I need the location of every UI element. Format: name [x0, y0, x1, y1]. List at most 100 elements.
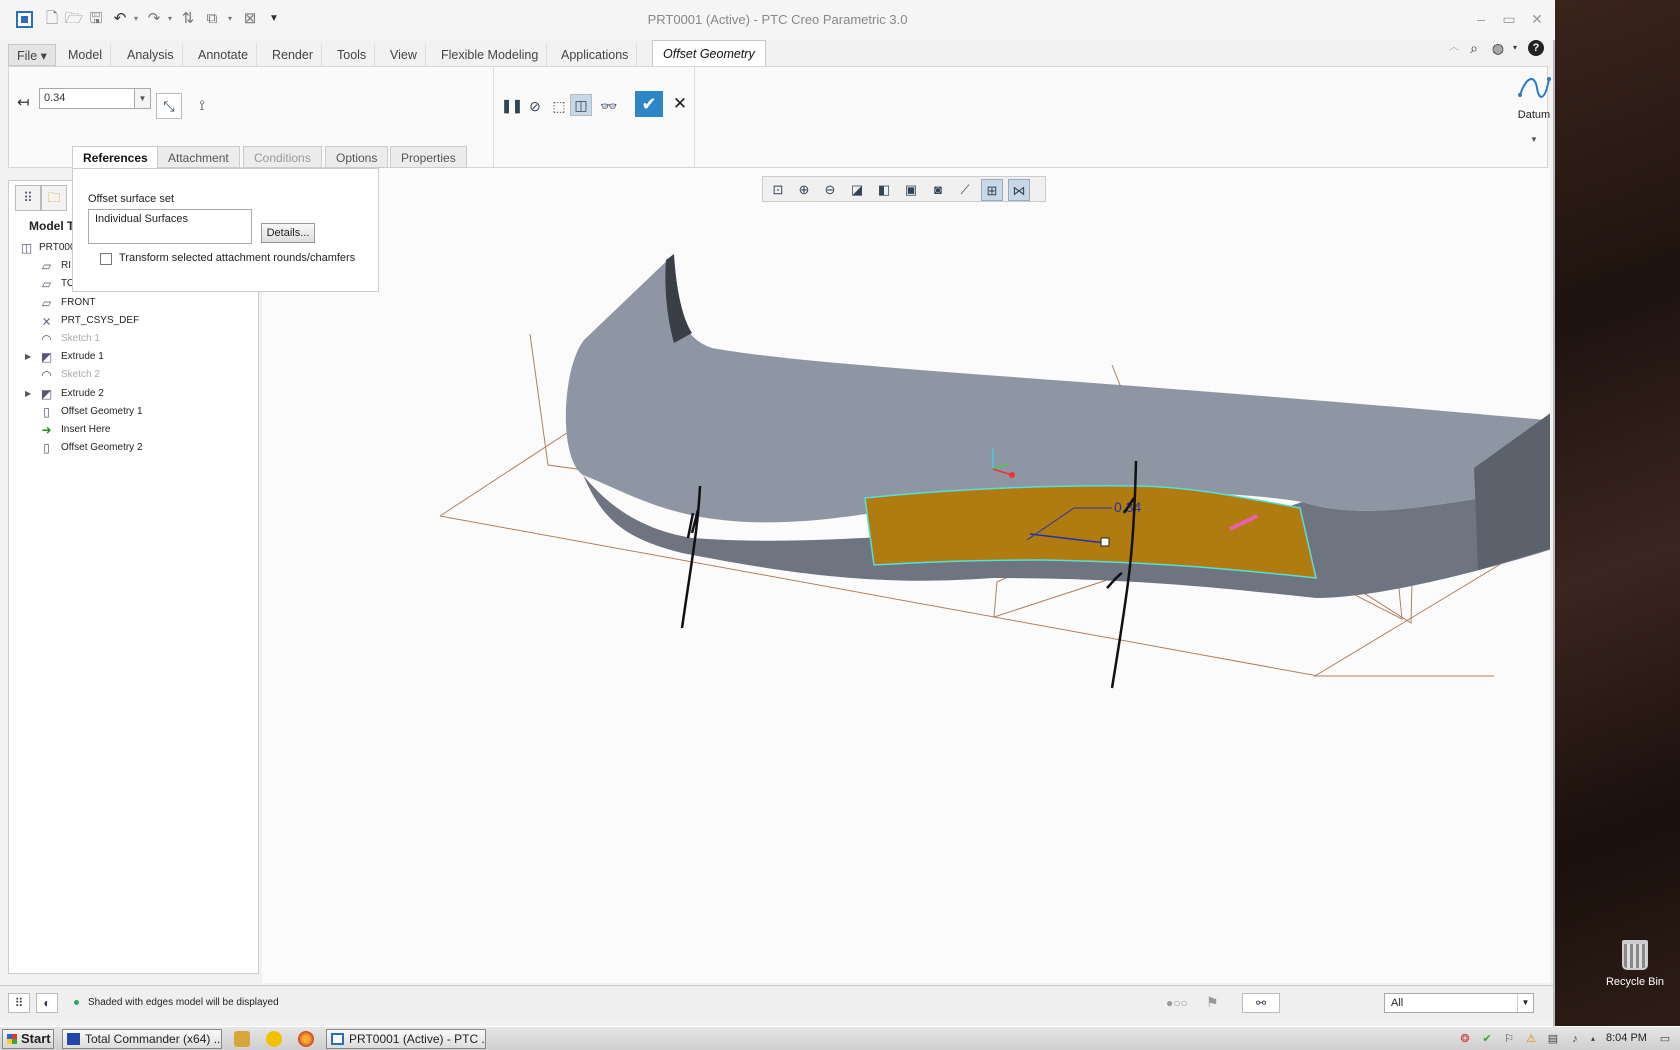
attached-preview-icon[interactable]: ◫	[570, 94, 592, 116]
taskbar-item-total-commander[interactable]: Total Commander (x64) ...	[62, 1029, 222, 1049]
tab-applications[interactable]: Applications	[553, 44, 638, 66]
ribbon-separator	[493, 67, 494, 167]
search-icon[interactable]: ⌕	[1466, 40, 1482, 56]
window-title: PRT0001 (Active) - PTC Creo Parametric 3…	[647, 12, 908, 27]
recycle-bin[interactable]: Recycle Bin	[1600, 940, 1670, 988]
filter-dropdown-icon[interactable]: ▼	[1517, 994, 1533, 1012]
subtab-conditions[interactable]: Conditions	[243, 146, 322, 168]
refit-icon[interactable]: ⊡	[767, 179, 789, 201]
datum-label: Datum	[1517, 109, 1551, 121]
datum-plane-icon: ▱	[41, 277, 52, 292]
ok-checkmark-button[interactable]: ✔	[635, 91, 663, 117]
quick-launch-icon[interactable]	[234, 1031, 250, 1047]
start-button[interactable]: Start	[2, 1029, 54, 1049]
tray-network-icon[interactable]: ▤	[1546, 1032, 1560, 1046]
tab-offset-geometry[interactable]: Offset Geometry	[652, 40, 766, 67]
tab-annotate[interactable]: Annotate	[190, 44, 258, 66]
subtab-options[interactable]: Options	[325, 146, 389, 168]
offset-value-input[interactable]: 0.34	[39, 88, 135, 109]
zoom-in-icon[interactable]: ⊕	[793, 179, 815, 201]
taskbar-clock[interactable]: 8:04 PM	[1606, 1032, 1647, 1044]
community-icon[interactable]: ◍	[1490, 40, 1506, 56]
tray-flag-icon[interactable]: ⚐	[1502, 1032, 1516, 1046]
tree-item[interactable]: ▶ ◩ Extrude 2	[9, 385, 258, 403]
tree-item-label: Offset Geometry 2	[61, 442, 143, 454]
view-manager-icon[interactable]: ◙	[927, 179, 949, 201]
tray-warning-icon[interactable]: ⚠	[1524, 1032, 1538, 1046]
offset-value-dropdown[interactable]: ▼	[135, 88, 151, 109]
taskbar-item-label: PRT0001 (Active) - PTC ...	[349, 1032, 486, 1046]
tray-sync-icon[interactable]: ❂	[1458, 1032, 1472, 1046]
cancel-x-button[interactable]: ✕	[669, 92, 691, 116]
tray-check-icon[interactable]: ✔	[1480, 1032, 1494, 1046]
minimize-icon[interactable]: –	[1472, 10, 1490, 28]
datum-dropdown-icon[interactable]: ▼	[1504, 135, 1564, 144]
display-style-icon[interactable]: ◧	[873, 179, 895, 201]
tree-item-label: Sketch 1	[61, 333, 100, 344]
tray-expand-icon[interactable]: ▴	[1586, 1032, 1600, 1046]
taskbar-item-creo[interactable]: PRT0001 (Active) - PTC ...	[326, 1029, 486, 1049]
datum-display-icon[interactable]: ⟋	[954, 179, 976, 201]
folder-browser-icon[interactable]: 🗀	[41, 185, 67, 211]
tab-view[interactable]: View	[382, 44, 426, 66]
graphics-area[interactable]: 0.34	[262, 168, 1554, 983]
tab-file[interactable]: File ▾	[8, 44, 56, 66]
flip-direction-icon[interactable]: ⤡	[156, 93, 182, 119]
zoom-out-icon[interactable]: ⊖	[819, 179, 841, 201]
tab-analysis[interactable]: Analysis	[119, 44, 183, 66]
browser-icon[interactable]: ◐	[36, 993, 58, 1013]
minimize-ribbon-icon[interactable]: ︿	[1446, 40, 1462, 56]
close-icon[interactable]: ✕	[1528, 10, 1546, 28]
annotation-display-icon[interactable]: ⋈	[1008, 179, 1030, 201]
expand-chevron-icon[interactable]: ▶	[25, 385, 31, 403]
tree-item[interactable]: ▯ Offset Geometry 1	[9, 403, 258, 421]
recycle-bin-icon[interactable]	[1622, 940, 1648, 970]
saved-orientations-icon[interactable]: ▣	[900, 179, 922, 201]
show-navigator-icon[interactable]: ⠿	[8, 993, 30, 1013]
part-top-face[interactable]	[565, 254, 1552, 523]
tab-flexible-modeling[interactable]: Flexible Modeling	[433, 44, 548, 66]
tree-item[interactable]: ⨯ PRT_CSYS_DEF	[9, 312, 258, 330]
preview-geometry-icon[interactable]: ⬚	[546, 94, 572, 120]
find-binoculars-icon[interactable]: ⚯	[1242, 993, 1280, 1013]
transform-rounds-checkbox[interactable]	[100, 253, 112, 265]
show-desktop-icon[interactable]: ▭	[1658, 1032, 1672, 1046]
subtab-properties[interactable]: Properties	[390, 146, 467, 168]
subtab-references[interactable]: References	[72, 146, 159, 168]
tree-item[interactable]: ▶ ◩ Extrude 1	[9, 348, 258, 366]
spin-center-icon[interactable]: ⊞	[981, 179, 1003, 201]
tree-item-label: Extrude 1	[61, 351, 104, 363]
status-message: Shaded with edges model will be displaye…	[88, 997, 279, 1008]
repaint-icon[interactable]: ◪	[846, 179, 868, 201]
tree-item-label: PRT_CSYS_DEF	[61, 314, 140, 326]
subtab-attachment[interactable]: Attachment	[157, 146, 240, 168]
tree-item[interactable]: ➜ Insert Here	[9, 421, 258, 439]
selection-filter-select[interactable]: All ▼	[1384, 993, 1534, 1013]
tab-render[interactable]: Render	[264, 44, 322, 66]
tab-tools[interactable]: Tools	[329, 44, 376, 66]
tree-item[interactable]: ▱ FRONT	[9, 294, 258, 312]
tree-item[interactable]: ◠ Sketch 1	[9, 330, 258, 348]
verify-glasses-icon[interactable]: 👓	[596, 94, 622, 120]
maximize-icon[interactable]: ▭	[1500, 10, 1518, 28]
selection-filter-value: All	[1391, 997, 1404, 1009]
firefox-icon[interactable]	[298, 1031, 314, 1047]
help-icon[interactable]: ?	[1528, 40, 1544, 56]
datum-group[interactable]: Datum ▼	[1504, 73, 1564, 144]
media-player-icon[interactable]	[266, 1031, 282, 1047]
total-commander-icon	[67, 1033, 80, 1045]
expand-chevron-icon[interactable]: ▶	[25, 348, 31, 366]
tree-item-label: Insert Here	[61, 424, 111, 435]
flag-icon[interactable]: ⚑	[1206, 994, 1219, 1011]
details-button[interactable]: Details...	[261, 223, 315, 243]
tree-item[interactable]: ▯ Offset Geometry 2	[9, 439, 258, 457]
tray-volume-icon[interactable]: ♪	[1568, 1032, 1582, 1046]
offset-surface-collector[interactable]: Individual Surfaces	[88, 209, 252, 244]
model-tree-icon[interactable]: ⠿	[15, 185, 41, 211]
no-preview-icon[interactable]: ⊘	[522, 94, 548, 120]
community-dropdown-icon[interactable]: ▾	[1507, 40, 1523, 56]
offset-mode-icon[interactable]: ⟟	[189, 93, 215, 119]
tab-model[interactable]: Model	[60, 44, 112, 66]
tree-item[interactable]: ◠ Sketch 2	[9, 366, 258, 384]
model-viewport[interactable]: 0.34	[262, 168, 1554, 983]
